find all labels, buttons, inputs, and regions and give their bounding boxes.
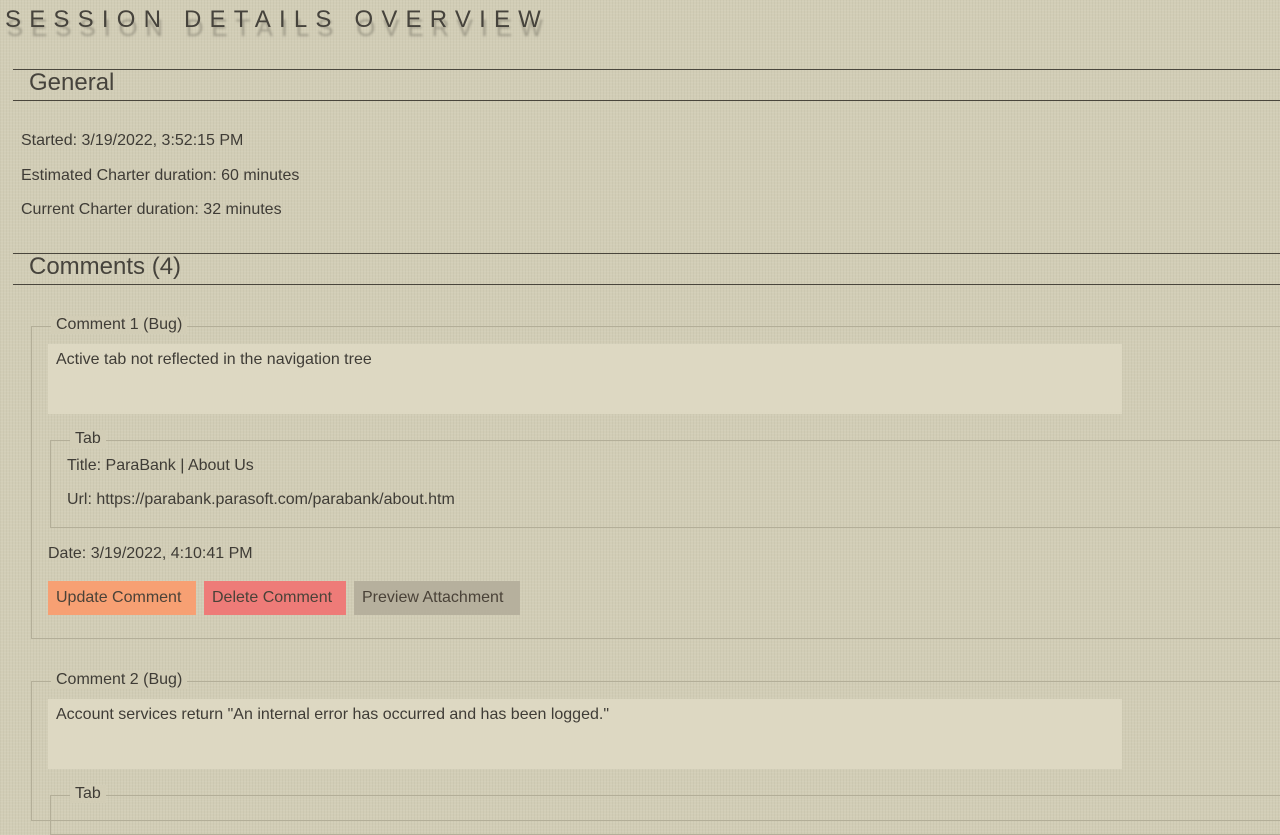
comment-legend: Comment 1 (Bug) (51, 316, 188, 334)
current-duration-text: Current Charter duration: 32 minutes (21, 201, 282, 218)
page-title: SESSION DETAILS OVERVIEW (5, 6, 550, 33)
update-comment-button[interactable]: Update Comment (48, 581, 196, 615)
tab-legend: Tab (70, 785, 106, 803)
comments-section-header: Comments (4) (13, 253, 1280, 285)
tab-legend: Tab (70, 430, 106, 448)
preview-attachment-button[interactable]: Preview Attachment (354, 581, 520, 615)
comment-date-text: Date: 3/19/2022, 4:10:41 PM (48, 545, 253, 562)
comment-text-field[interactable]: Active tab not reflected in the navigati… (48, 344, 1122, 414)
tab-title-text: Title: ParaBank | About Us (67, 457, 254, 474)
tab-info-box (50, 440, 1280, 528)
started-text: Started: 3/19/2022, 3:52:15 PM (21, 132, 244, 149)
tab-url-text: Url: https://parabank.parasoft.com/parab… (67, 491, 455, 508)
comment-text-field[interactable]: Account services return "An internal err… (48, 699, 1122, 769)
comment-legend: Comment 2 (Bug) (51, 671, 188, 689)
comments-heading: Comments (4) (29, 253, 182, 280)
general-section-header: General (13, 69, 1280, 101)
general-heading: General (29, 69, 115, 96)
tab-info-box (50, 795, 1280, 835)
estimated-duration-text: Estimated Charter duration: 60 minutes (21, 167, 300, 184)
delete-comment-button[interactable]: Delete Comment (204, 581, 346, 615)
